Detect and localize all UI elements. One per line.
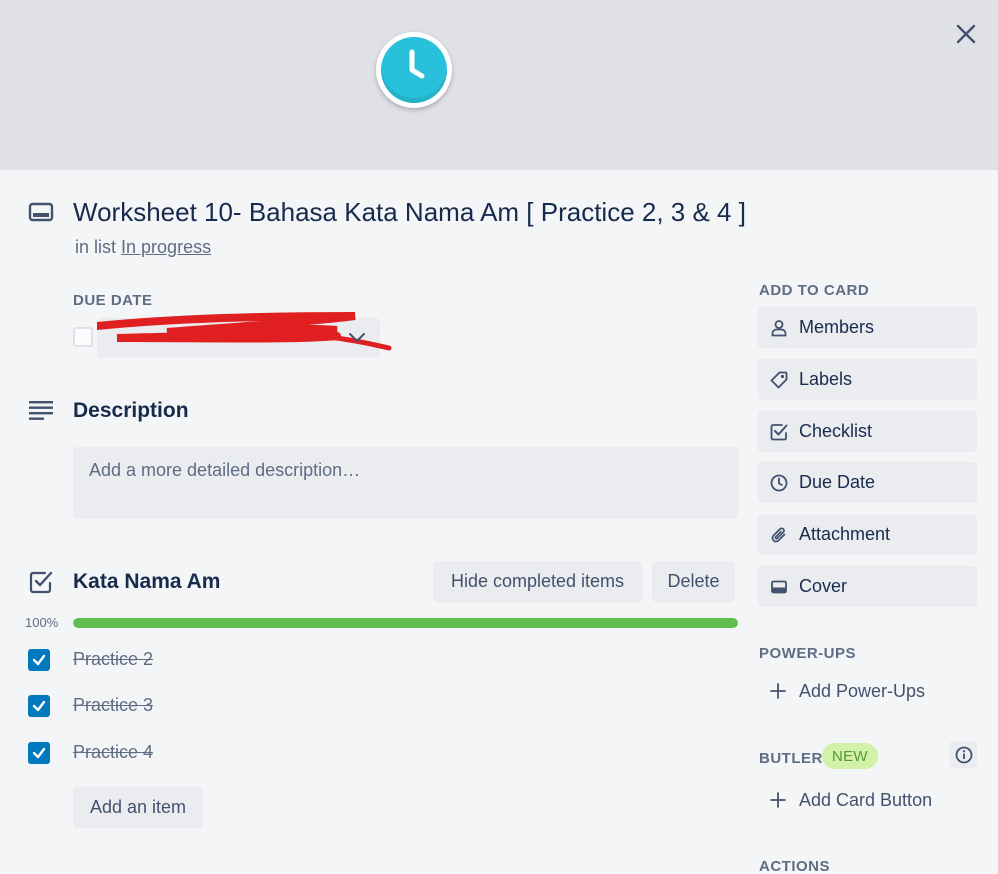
card-title[interactable]: Worksheet 10- Bahasa Kata Nama Am [ Prac… — [73, 197, 746, 228]
add-power-ups-label: Add Power-Ups — [799, 680, 926, 701]
due-date-button[interactable] — [97, 312, 392, 358]
members-label: Members — [799, 317, 875, 337]
clock-icon — [770, 474, 788, 491]
labels-label: Labels — [799, 369, 853, 389]
checkbox-icon — [770, 423, 788, 440]
chevron-down-icon — [349, 333, 365, 343]
due-date-sidebar-button[interactable]: Due Date — [758, 462, 977, 503]
cover-button[interactable]: Cover — [758, 566, 977, 607]
plus-icon — [770, 683, 786, 699]
cover-label: Cover — [799, 576, 848, 596]
list-link[interactable]: In progress — [121, 237, 211, 257]
attachment-button[interactable]: Attachment — [758, 514, 977, 555]
checklist-icon — [29, 570, 53, 599]
card-icon — [28, 199, 54, 230]
add-to-card-label: ADD TO CARD — [759, 282, 870, 299]
add-power-ups-button[interactable]: Add Power-Ups — [758, 673, 925, 709]
attachment-label: Attachment — [799, 524, 891, 544]
plus-icon — [770, 792, 786, 808]
add-item-button[interactable]: Add an item — [73, 787, 203, 828]
description-icon — [29, 400, 53, 425]
actions-label: ACTIONS — [759, 858, 830, 874]
progress-fill — [73, 618, 738, 628]
checklist-title[interactable]: Kata Nama Am — [73, 570, 220, 594]
cover-clock-icon — [376, 32, 452, 108]
new-badge: NEW — [822, 743, 878, 769]
card-icon — [771, 580, 787, 593]
description-input[interactable]: Add a more detailed description… — [73, 447, 738, 519]
checkbox-checked-icon[interactable] — [28, 649, 50, 671]
card-cover — [0, 0, 998, 170]
power-ups-label: POWER-UPS — [759, 645, 857, 662]
add-card-button-button[interactable]: Add Card Button — [758, 782, 932, 818]
paperclip-icon — [771, 527, 786, 542]
checklist-progress-bar — [73, 618, 738, 628]
person-icon — [771, 319, 787, 336]
checklist-item-label[interactable]: Practice 3 — [73, 695, 153, 716]
delete-checklist-button[interactable]: Delete — [652, 561, 735, 602]
labels-button[interactable]: Labels — [758, 359, 977, 400]
butler-label: BUTLER — [759, 750, 823, 767]
checklist-button[interactable]: Checklist — [758, 411, 977, 452]
checklist-item-label[interactable]: Practice 2 — [73, 649, 153, 670]
checklist-label: Checklist — [799, 421, 873, 441]
tag-icon — [770, 371, 788, 388]
members-button[interactable]: Members — [758, 307, 977, 348]
add-card-button-label: Add Card Button — [799, 789, 933, 810]
due-date-label: DUE DATE — [73, 292, 153, 309]
info-icon[interactable] — [950, 741, 977, 768]
progress-percent: 100% — [25, 615, 59, 630]
in-list-prefix: in list — [75, 237, 117, 257]
checkbox-checked-icon[interactable] — [28, 695, 50, 717]
close-icon[interactable] — [950, 18, 982, 50]
checklist-item-label[interactable]: Practice 4 — [73, 742, 153, 763]
hide-completed-button[interactable]: Hide completed items — [433, 561, 642, 602]
due-date-checkbox[interactable] — [73, 327, 93, 347]
description-title: Description — [73, 399, 189, 422]
due-date-sidebar-label: Due Date — [799, 472, 876, 492]
checkbox-checked-icon[interactable] — [28, 742, 50, 764]
in-list-text: in list In progress — [75, 237, 211, 258]
